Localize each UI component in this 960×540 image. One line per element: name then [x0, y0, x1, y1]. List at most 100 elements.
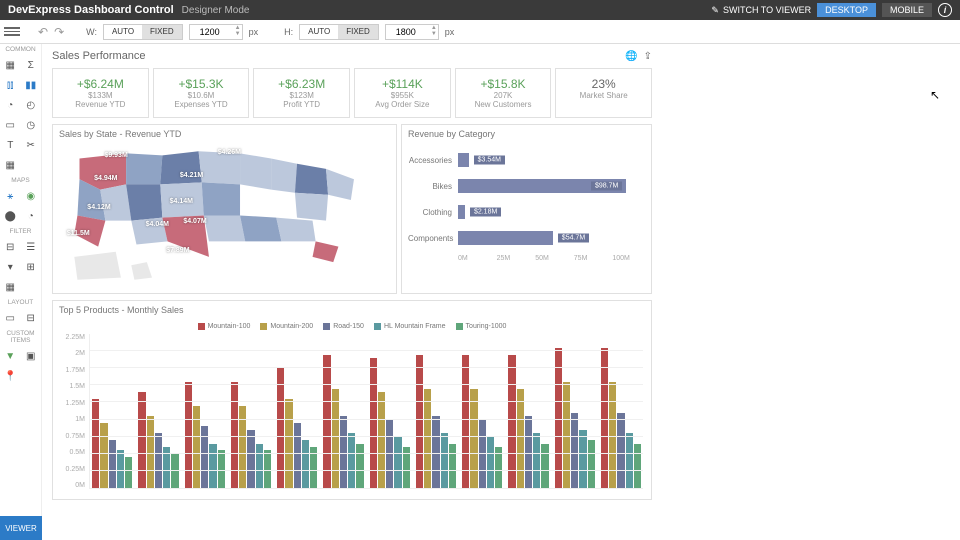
category-panel[interactable]: Revenue by Category Accessories $3.54MBi… — [401, 124, 652, 294]
bar[interactable] — [479, 420, 486, 488]
bar[interactable] — [487, 437, 494, 488]
legend-item[interactable]: Touring-1000 — [456, 323, 507, 330]
kpi-card[interactable]: +$15.3K $10.6M Expenses YTD — [153, 68, 250, 118]
choropleth-icon[interactable]: ◉ — [23, 188, 39, 204]
kpi-card[interactable]: +$15.8K 207K New Customers — [455, 68, 552, 118]
width-fixed[interactable]: FIXED — [142, 25, 182, 39]
month-group[interactable] — [277, 334, 317, 488]
bar[interactable] — [416, 355, 423, 488]
text-icon[interactable]: T — [2, 137, 18, 153]
legend-item[interactable]: Mountain-100 — [198, 323, 251, 330]
month-group[interactable] — [462, 334, 502, 488]
chart-icon[interactable]: ⫾⫾ — [2, 77, 18, 93]
kpi-card[interactable]: +$114K $955K Avg Order Size — [354, 68, 451, 118]
pin-icon[interactable]: 📍 — [2, 368, 18, 384]
month-group[interactable] — [416, 334, 456, 488]
sigma-icon[interactable]: Σ — [23, 57, 39, 73]
bar[interactable] — [517, 389, 524, 488]
width-auto[interactable]: AUTO — [104, 25, 142, 39]
bar[interactable] — [462, 355, 469, 488]
category-row[interactable]: Clothing $2.18M — [408, 199, 641, 225]
bar[interactable] — [634, 444, 641, 488]
bar[interactable] — [294, 423, 301, 488]
bar[interactable] — [125, 457, 132, 488]
bar[interactable] — [617, 413, 624, 488]
card-icon[interactable]: ▭ — [2, 117, 18, 133]
globe-icon[interactable]: 🌐 — [625, 51, 637, 62]
bar-icon[interactable]: ▮▮ — [23, 77, 39, 93]
bar[interactable] — [541, 444, 548, 488]
grid-icon[interactable]: ▦ — [2, 57, 18, 73]
image-icon[interactable]: ✂ — [23, 137, 39, 153]
bar[interactable] — [449, 444, 456, 488]
month-group[interactable] — [138, 334, 178, 488]
bar[interactable] — [285, 399, 292, 488]
month-group[interactable] — [231, 334, 271, 488]
bar[interactable] — [348, 433, 355, 488]
custom-icon[interactable]: ▣ — [23, 348, 39, 364]
bar[interactable] — [508, 355, 515, 488]
treemap-icon[interactable]: ▦ — [2, 157, 18, 173]
tree-icon[interactable]: ⊞ — [23, 259, 39, 275]
month-group[interactable] — [370, 334, 410, 488]
bar[interactable] — [394, 437, 401, 488]
piemap-icon[interactable]: ◔ — [23, 208, 39, 224]
mobile-button[interactable]: MOBILE — [882, 3, 932, 17]
kpi-card[interactable]: 23% Market Share — [555, 68, 652, 118]
range-icon[interactable]: ⊟ — [2, 239, 18, 255]
bar[interactable] — [247, 430, 254, 488]
bar[interactable] — [378, 392, 385, 488]
bar[interactable] — [256, 444, 263, 488]
bar[interactable] — [92, 399, 99, 488]
products-panel[interactable]: Top 5 Products - Monthly Sales Mountain-… — [52, 300, 652, 500]
category-row[interactable]: Accessories $3.54M — [408, 147, 641, 173]
bar[interactable] — [588, 440, 595, 488]
desktop-button[interactable]: DESKTOP — [817, 3, 876, 17]
tab-icon[interactable]: ⊟ — [23, 310, 39, 326]
bar[interactable] — [332, 389, 339, 488]
bar[interactable] — [470, 389, 477, 488]
height-spinner[interactable]: ▲▼ — [431, 25, 437, 37]
month-group[interactable] — [508, 334, 548, 488]
map-area[interactable]: $9.93M$4.94M$4.12M$11.5M$4.26M$4.21M$4.1… — [53, 143, 396, 288]
bar[interactable] — [155, 433, 162, 488]
bar[interactable] — [533, 433, 540, 488]
funnel-icon[interactable]: ▼ — [2, 348, 18, 364]
bar[interactable] — [138, 392, 145, 488]
bar[interactable] — [171, 454, 178, 488]
menu-icon[interactable] — [4, 25, 20, 38]
clock-icon[interactable]: ◷ — [23, 117, 39, 133]
list-icon[interactable]: ☰ — [23, 239, 39, 255]
geopoint-icon[interactable]: ⚹ — [2, 188, 18, 204]
info-icon[interactable]: i — [938, 3, 952, 17]
pie-icon[interactable]: ◔ — [2, 97, 18, 113]
gauge-icon[interactable]: ◴ — [23, 97, 39, 113]
category-row[interactable]: Components $54.7M — [408, 225, 641, 251]
bar[interactable] — [386, 420, 393, 488]
month-group[interactable] — [323, 334, 363, 488]
bar[interactable] — [626, 433, 633, 488]
month-group[interactable] — [555, 334, 595, 488]
bar[interactable] — [571, 413, 578, 488]
combo-icon[interactable]: ▾ — [2, 259, 18, 275]
bubble-icon[interactable]: ⬤ — [2, 208, 18, 224]
width-spinner[interactable]: ▲▼ — [235, 25, 241, 37]
width-mode-toggle[interactable]: AUTO FIXED — [103, 24, 183, 40]
bar[interactable] — [356, 444, 363, 488]
export-icon[interactable]: ⇪ — [644, 51, 652, 62]
category-row[interactable]: Bikes $98.7M — [408, 173, 641, 199]
bar[interactable] — [323, 355, 330, 488]
switch-to-viewer-link[interactable]: ✎ SWITCH TO VIEWER — [711, 5, 811, 16]
viewer-button[interactable]: VIEWER — [0, 516, 42, 540]
month-group[interactable] — [92, 334, 132, 488]
kpi-card[interactable]: +$6.23M $123M Profit YTD — [253, 68, 350, 118]
legend-item[interactable]: HL Mountain Frame — [374, 323, 446, 330]
bar[interactable] — [302, 440, 309, 488]
group-icon[interactable]: ▭ — [2, 310, 18, 326]
month-group[interactable] — [601, 334, 641, 488]
date-icon[interactable]: ▦ — [2, 279, 18, 295]
legend-item[interactable]: Road-150 — [323, 323, 364, 330]
bar[interactable] — [579, 430, 586, 488]
bar[interactable] — [424, 389, 431, 488]
undo-icon[interactable]: ↶ — [38, 25, 48, 39]
